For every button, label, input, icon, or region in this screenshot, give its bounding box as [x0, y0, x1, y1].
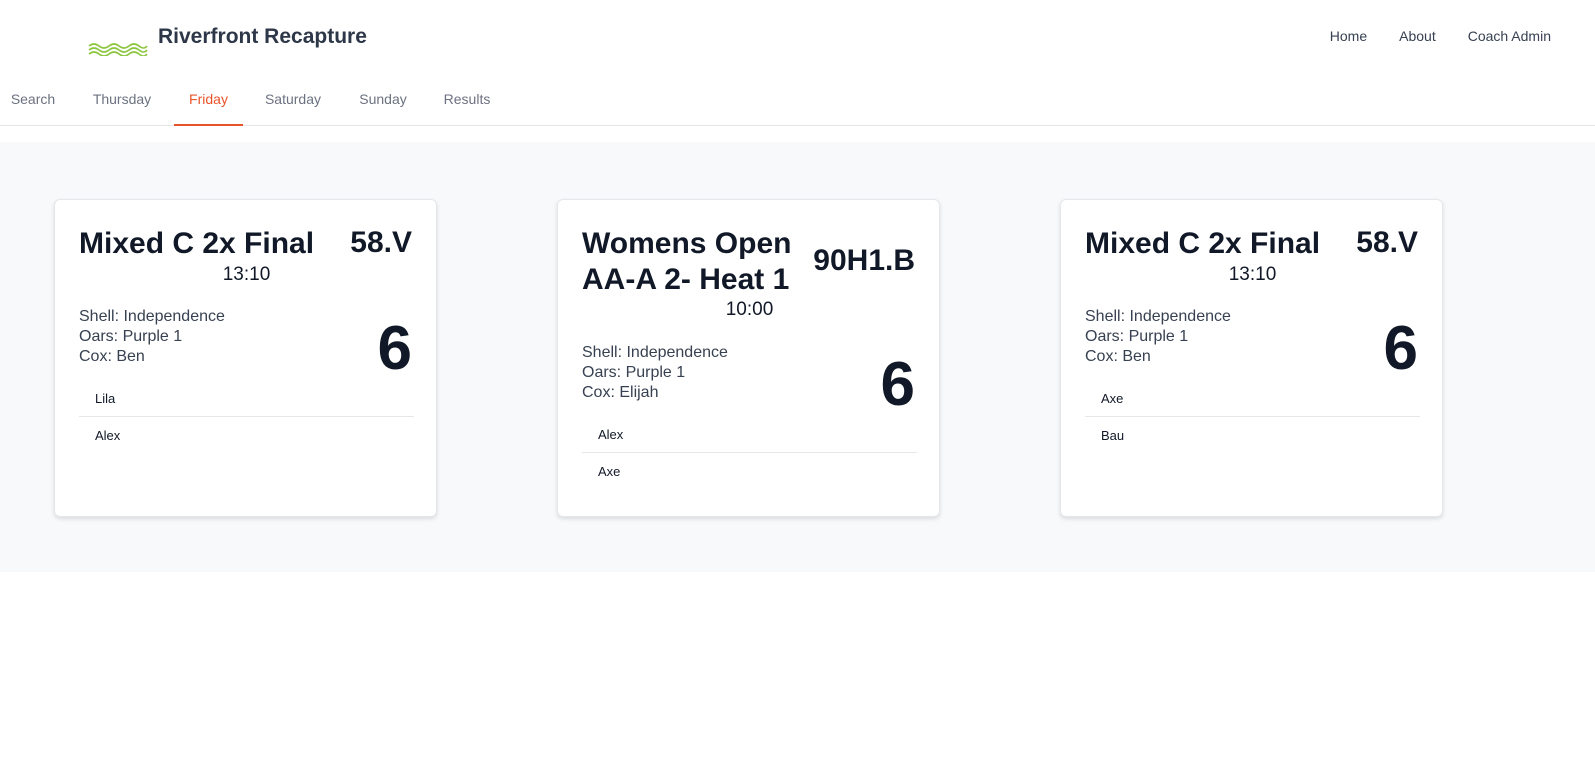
rower-list: Alex Axe — [582, 416, 917, 490]
lane-number: 6 — [880, 350, 915, 419]
shell-label: Shell: Independence — [582, 344, 728, 361]
rower-list: Axe Bau — [1085, 380, 1420, 454]
waves-logo-icon[interactable] — [88, 40, 148, 56]
tab-results[interactable]: Results — [432, 76, 502, 126]
tab-thursday[interactable]: Thursday — [80, 76, 164, 126]
race-time: 10:00 — [725, 299, 774, 320]
rower-item: Axe — [1085, 380, 1420, 417]
rower-item: Axe — [598, 464, 621, 479]
race-title: Womens Open AA-A 2- Heat 1 — [582, 227, 792, 296]
boat-info: Shell: Independence Oars: Purple 1 Cox: … — [79, 307, 225, 367]
nav-about-link[interactable]: About — [1399, 28, 1436, 44]
rower-item: Bau — [1101, 428, 1125, 443]
shell-label: Shell: Independence — [79, 308, 225, 325]
shell-label: Shell: Independence — [1085, 308, 1231, 325]
oars-label: Oars: Purple 1 — [1085, 328, 1189, 345]
rower-list: Lila Alex — [79, 380, 414, 454]
nav-coach-admin-link[interactable]: Coach Admin — [1468, 28, 1551, 44]
boat-info: Shell: Independence Oars: Purple 1 Cox: … — [582, 343, 728, 403]
brand-name[interactable]: Riverfront Recapture — [158, 25, 367, 49]
site-header: Riverfront Recapture Home About Coach Ad… — [0, 0, 1595, 76]
race-card[interactable]: Womens Open AA-A 2- Heat 1 90H1.B 10:00 … — [557, 199, 940, 517]
lane-number: 6 — [377, 314, 412, 383]
oars-label: Oars: Purple 1 — [79, 328, 183, 345]
oars-label: Oars: Purple 1 — [582, 364, 686, 381]
cox-label: Cox: Elijah — [582, 384, 659, 401]
rower-item: Alex — [582, 416, 917, 453]
rower-item: Lila — [79, 380, 414, 417]
rower-item: Alex — [95, 428, 121, 443]
race-code: 58.V — [350, 226, 412, 259]
cox-label: Cox: Ben — [79, 348, 145, 365]
lane-number: 6 — [1383, 314, 1418, 383]
race-time: 13:10 — [1228, 264, 1277, 285]
tab-friday[interactable]: Friday — [174, 76, 243, 126]
boat-info: Shell: Independence Oars: Purple 1 Cox: … — [1085, 307, 1231, 367]
race-title: Mixed C 2x Final — [79, 227, 315, 260]
race-code: 90H1.B — [813, 244, 915, 277]
tab-sunday[interactable]: Sunday — [345, 76, 421, 126]
tab-search[interactable]: Search — [0, 76, 66, 126]
nav-home-link[interactable]: Home — [1330, 28, 1367, 44]
race-title: Mixed C 2x Final — [1085, 227, 1321, 260]
race-card[interactable]: Mixed C 2x Final 58.V 13:10 Shell: Indep… — [1060, 199, 1443, 517]
day-tabs: Search Thursday Friday Saturday Sunday R… — [0, 76, 1595, 126]
race-card[interactable]: Mixed C 2x Final 58.V 13:10 Shell: Indep… — [54, 199, 437, 517]
top-nav: Home About Coach Admin — [1298, 28, 1551, 44]
race-time: 13:10 — [222, 264, 271, 285]
race-code: 58.V — [1356, 226, 1418, 259]
race-cards-area: Mixed C 2x Final 58.V 13:10 Shell: Indep… — [0, 142, 1595, 572]
tab-saturday[interactable]: Saturday — [254, 76, 332, 126]
cox-label: Cox: Ben — [1085, 348, 1151, 365]
